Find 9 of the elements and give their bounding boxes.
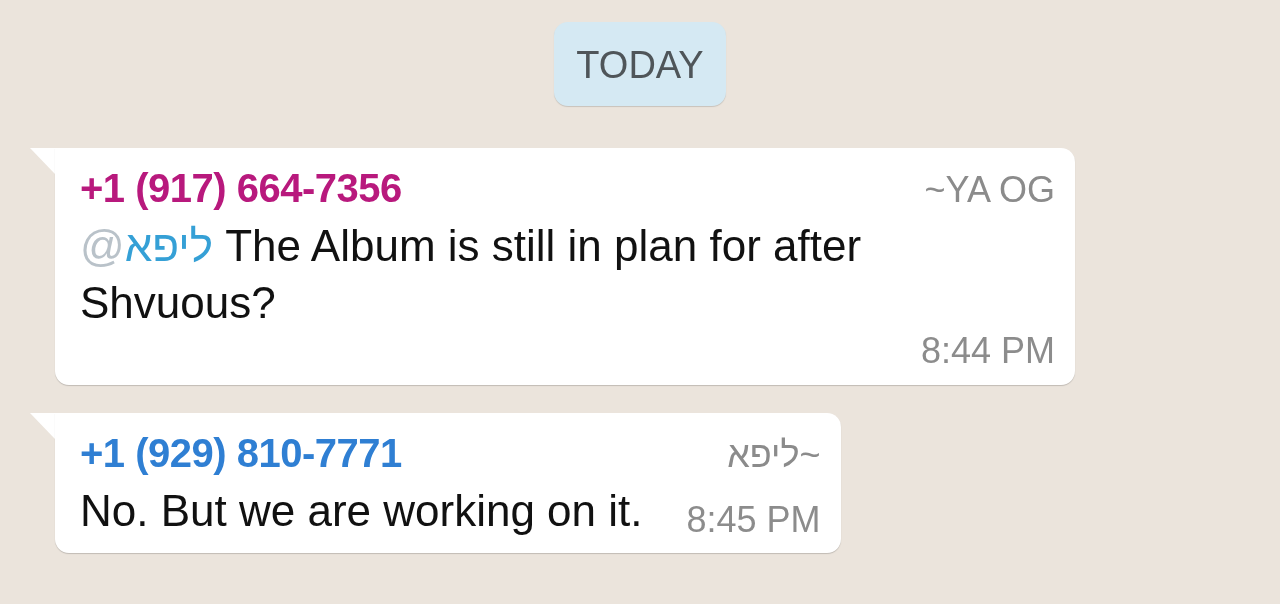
mention-link[interactable]: @ליפא: [80, 221, 213, 270]
date-chip: TODAY: [554, 22, 726, 106]
message-time: 8:45 PM: [686, 499, 821, 540]
sender-name: ~ליפא: [727, 433, 821, 476]
sender-phone[interactable]: +1 (917) 664-7356: [80, 166, 402, 211]
message-time: 8:44 PM: [920, 331, 1055, 371]
sender-name: ~YA OG: [924, 169, 1055, 211]
sender-phone[interactable]: +1 (929) 810-7771: [80, 430, 402, 476]
message-text: No. But we are working on it.: [80, 484, 643, 537]
